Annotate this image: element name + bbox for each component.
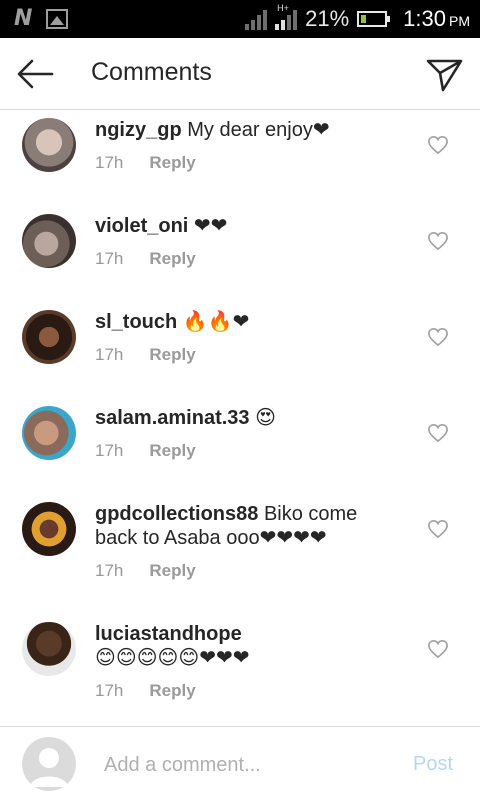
comment-username[interactable]: ngizy_gp [95,119,182,141]
back-button[interactable] [14,52,58,96]
reply-button[interactable]: Reply [149,249,195,268]
avatar[interactable] [22,118,76,172]
avatar[interactable] [22,622,76,676]
comment-composer: Post [0,726,480,800]
page-title: Comments [91,58,212,86]
comment-time: 17h [95,153,124,172]
reply-button[interactable]: Reply [149,561,195,580]
comment-text: luciastandhope 😊😊😊😊😊❤❤❤ [95,623,250,669]
paper-plane-icon [426,59,463,92]
comment-text: violet_oni ❤❤ [95,215,228,237]
comment-time: 17h [95,561,124,580]
reply-button[interactable]: Reply [149,153,195,172]
comment-time: 17h [95,345,124,364]
comment-meta: 17h Reply [95,345,196,365]
reply-button[interactable]: Reply [149,441,195,460]
default-user-icon [30,748,68,787]
post-button[interactable]: Post [413,753,453,776]
comment-username[interactable]: salam.aminat.33 [95,407,250,429]
heart-icon[interactable] [427,519,449,539]
heart-icon[interactable] [427,639,449,659]
avatar[interactable] [22,406,76,460]
avatar[interactable] [22,214,76,268]
gallery-icon [46,9,69,29]
heart-icon[interactable] [427,327,449,347]
comment-time: 17h [95,441,124,460]
comment-username[interactable]: luciastandhope [95,623,242,645]
mobile-data-icon: H+ [275,3,298,30]
reply-button[interactable]: Reply [149,681,195,700]
my-avatar [22,737,76,791]
send-button[interactable] [422,52,466,96]
comment-input[interactable] [104,749,394,781]
n-notification-icon: N [14,6,33,31]
battery-percent: 21% [305,6,350,31]
comment-time: 17h [95,249,124,268]
heart-icon[interactable] [427,135,449,155]
battery-icon [357,11,391,27]
avatar[interactable] [22,310,76,364]
comment-text: sl_touch 🔥🔥❤ [95,311,250,333]
comment-meta: 17h Reply [95,153,196,173]
reply-button[interactable]: Reply [149,345,195,364]
comment-username[interactable]: gpdcollections88 [95,503,258,525]
comment-text: ngizy_gp My dear enjoy❤ [95,119,330,141]
heart-icon[interactable] [427,231,449,251]
header-bar: Comments [0,38,480,110]
clock: 1:30 PM [403,6,470,31]
comment-meta: 17h Reply [95,561,196,581]
comment-username[interactable]: sl_touch [95,311,177,333]
comment-meta: 17h Reply [95,681,196,701]
avatar[interactable] [22,502,76,556]
comments-list[interactable]: ngizy_gp My dear enjoy❤ 17h Reply violet_… [0,110,480,726]
comment-username[interactable]: violet_oni [95,215,188,237]
comment-time: 17h [95,681,124,700]
arrow-left-icon [17,59,54,89]
comment-meta: 17h Reply [95,249,196,269]
network-type-label: H+ [277,3,289,13]
signal-icon [245,8,268,30]
heart-icon[interactable] [427,423,449,443]
comment-text: salam.aminat.33 😍 [95,407,276,429]
status-bar: N H+ 21% 1:30 PM [0,0,480,38]
comment-meta: 17h Reply [95,441,196,461]
comment-text: gpdcollections88 Biko come back to Asaba… [95,503,358,549]
